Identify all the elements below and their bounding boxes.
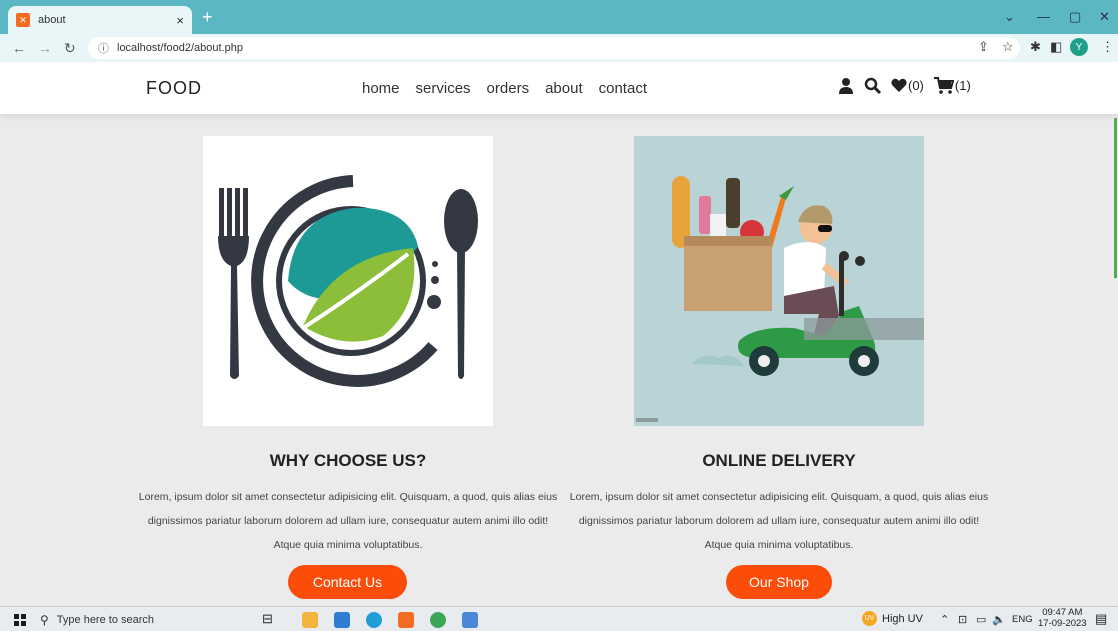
taskbar-search[interactable]: ⚲ Type here to search	[40, 609, 240, 630]
chrome-icon[interactable]	[430, 612, 446, 628]
clock-date: 17-09-2023	[1038, 618, 1087, 629]
mail-icon[interactable]	[334, 612, 350, 628]
task-view-icon[interactable]: ⊟	[262, 611, 273, 627]
scrollbar-indicator[interactable]	[1114, 118, 1117, 278]
minimize-icon[interactable]: —	[1037, 9, 1050, 24]
browser-menu-icon[interactable]: ⋮	[1101, 39, 1114, 55]
forward-icon[interactable]: →	[38, 40, 52, 56]
user-icon[interactable]	[838, 77, 854, 94]
nav-contact[interactable]: contact	[599, 80, 647, 97]
wishlist-count: (0)	[908, 78, 924, 93]
notifications-icon[interactable]: ▤	[1095, 611, 1107, 627]
cart-icon	[933, 77, 954, 94]
taskbar-search-placeholder: Type here to search	[56, 613, 155, 626]
reload-icon[interactable]: ↻	[64, 40, 76, 57]
site-info-icon[interactable]: ⓘ	[98, 40, 109, 56]
share-icon[interactable]: ⇪	[978, 39, 989, 55]
online-delivery-title: ONLINE DELIVERY	[702, 451, 856, 470]
close-window-icon[interactable]: ✕	[1099, 9, 1110, 25]
nav-about[interactable]: about	[545, 80, 583, 97]
xampp-favicon-icon: ✕	[16, 13, 30, 27]
close-tab-icon[interactable]: ×	[176, 13, 184, 28]
clock-time: 09:47 AM	[1042, 607, 1083, 618]
browser-tab-bar: ✕ about × + ⌄ — ▢ ✕	[0, 0, 1118, 34]
windows-start-icon[interactable]	[14, 614, 26, 626]
back-icon[interactable]: ←	[12, 40, 26, 56]
file-explorer-icon[interactable]	[302, 612, 318, 628]
header-icons: (0) (1)	[838, 77, 971, 94]
edge-icon[interactable]	[366, 612, 382, 628]
why-choose-us-image	[203, 136, 493, 426]
taskbar-clock[interactable]: 09:47 AM 17-09-2023	[1038, 607, 1087, 629]
cart-count: (1)	[954, 78, 971, 93]
extensions-icon[interactable]: ✱	[1030, 39, 1041, 55]
battery-icon[interactable]: ▭	[976, 613, 986, 626]
wishlist-link[interactable]: (0)	[891, 78, 924, 93]
network-icon[interactable]: ⊡	[958, 613, 967, 626]
main-nav: home services orders about contact	[362, 80, 647, 97]
nav-home[interactable]: home	[362, 80, 400, 97]
why-choose-us-title: WHY CHOOSE US?	[269, 451, 427, 470]
our-shop-button[interactable]: Our Shop	[726, 565, 832, 599]
browser-tab[interactable]: ✕ about ×	[8, 6, 192, 34]
tab-search-icon[interactable]: ⌄	[1004, 9, 1015, 25]
online-delivery-text: Lorem, ipsum dolor sit amet consectetur …	[569, 491, 989, 551]
new-tab-icon[interactable]: +	[202, 8, 213, 26]
maximize-icon[interactable]: ▢	[1069, 9, 1081, 25]
tray-chevron-icon[interactable]: ⌃	[940, 613, 949, 626]
url-text: localhost/food2/about.php	[117, 42, 243, 54]
online-delivery-image	[634, 136, 924, 426]
windows-taskbar: ⚲ Type here to search ⊟ High UV ⌃ ⊡ ▭ 🔈 …	[0, 606, 1118, 631]
app-icon[interactable]	[462, 612, 478, 628]
weather-text[interactable]: High UV	[882, 613, 923, 625]
bookmark-star-icon[interactable]: ☆	[1002, 39, 1014, 55]
why-choose-us-text: Lorem, ipsum dolor sit amet consectetur …	[138, 491, 558, 551]
tab-title: about	[38, 14, 66, 26]
profile-avatar[interactable]: Y	[1070, 38, 1088, 56]
site-logo[interactable]: FOOD	[146, 78, 202, 99]
volume-icon[interactable]: 🔈	[992, 613, 1006, 626]
language-indicator[interactable]: ENG	[1012, 614, 1033, 625]
xampp-icon[interactable]	[398, 612, 414, 628]
plate-cutlery-illustration	[218, 175, 478, 387]
delivery-scooter-illustration	[636, 176, 924, 422]
address-bar-row: ← → ↻ ⓘ localhost/food2/about.php	[0, 34, 1118, 62]
contact-us-button[interactable]: Contact Us	[288, 565, 407, 599]
heart-icon	[891, 78, 907, 93]
search-icon[interactable]	[864, 77, 881, 94]
nav-services[interactable]: services	[416, 80, 471, 97]
side-panel-icon[interactable]: ◧	[1050, 39, 1062, 55]
search-icon: ⚲	[40, 612, 49, 627]
site-header: FOOD home services orders about contact …	[0, 62, 1118, 114]
nav-orders[interactable]: orders	[487, 80, 530, 97]
url-field[interactable]: ⓘ localhost/food2/about.php	[88, 37, 1020, 59]
cart-link[interactable]: (1)	[933, 77, 971, 94]
uv-weather-icon: UV	[862, 611, 877, 626]
